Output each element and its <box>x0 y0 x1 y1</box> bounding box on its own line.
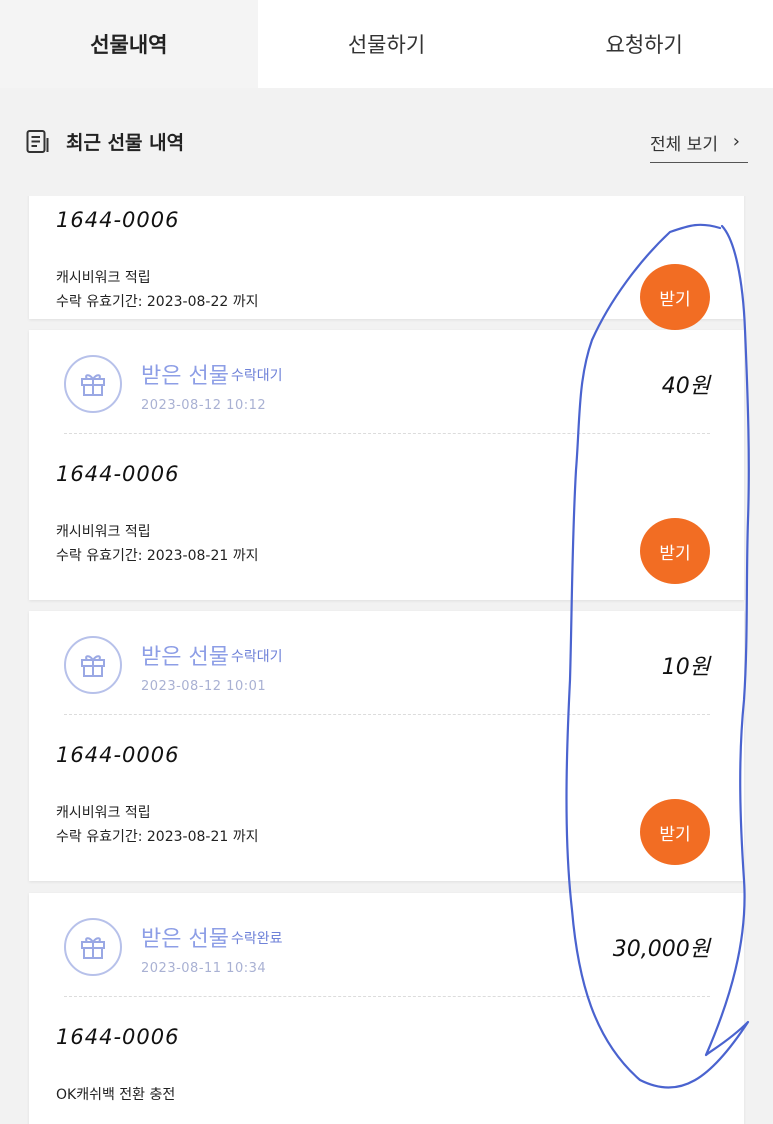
accept-validity: 수락 유효기간: 2023-08-21 까지 <box>56 829 259 845</box>
gift-title: 받은 선물 <box>141 927 229 952</box>
divider <box>64 714 710 715</box>
gift-icon <box>64 355 122 413</box>
chevron-right-icon: › <box>732 131 740 152</box>
sender-phone: 1644-0006 <box>56 462 180 486</box>
gift-card: 받은 선물 수락완료 2023-08-11 10:34 30,000원 1644… <box>29 893 744 1124</box>
gift-amount: 30,000원 <box>612 937 710 962</box>
accept-validity: 수락 유효기간: 2023-08-21 까지 <box>56 548 259 564</box>
accept-validity: 수락 유효기간: 2023-08-22 까지 <box>56 294 259 310</box>
gift-icon <box>64 636 122 694</box>
gift-list: 1644-0006 캐시비워크 적립 수락 유효기간: 2023-08-22 까… <box>0 196 773 1124</box>
tab-bar: 선물내역 선물하기 요청하기 <box>0 0 773 88</box>
gift-status: 수락대기 <box>231 368 283 384</box>
gift-amount: 40원 <box>661 374 710 399</box>
accept-button[interactable]: 받기 <box>640 264 710 330</box>
gift-icon <box>64 918 122 976</box>
gift-description: 캐시비워크 적립 <box>56 805 151 821</box>
gift-description: 캐시비워크 적립 <box>56 524 151 540</box>
gift-date: 2023-08-11 10:34 <box>141 961 267 976</box>
gift-card: 받은 선물 수락대기 2023-08-12 10:12 40원 1644-000… <box>29 330 744 600</box>
gift-description: 캐시비워크 적립 <box>56 270 151 286</box>
section-title: 최근 선물 내역 <box>66 132 185 154</box>
divider <box>64 996 710 997</box>
divider <box>64 433 710 434</box>
accept-button[interactable]: 받기 <box>640 799 710 865</box>
accept-button[interactable]: 받기 <box>640 518 710 584</box>
view-all-link[interactable]: 전체 보기 › <box>650 130 748 163</box>
sender-phone: 1644-0006 <box>56 743 180 767</box>
gift-title: 받은 선물 <box>141 364 229 389</box>
gift-description: OK캐쉬백 전환 충전 <box>56 1087 176 1103</box>
list-document-icon <box>26 130 49 153</box>
gift-status: 수락완료 <box>231 931 283 947</box>
gift-card: 1644-0006 캐시비워크 적립 수락 유효기간: 2023-08-22 까… <box>29 196 744 330</box>
tab-request-gift[interactable]: 요청하기 <box>515 0 773 88</box>
gift-card: 받은 선물 수락대기 2023-08-12 10:01 10원 1644-000… <box>29 611 744 881</box>
gift-status: 수락대기 <box>231 649 283 665</box>
gift-title: 받은 선물 <box>141 645 229 670</box>
tab-gift-history[interactable]: 선물내역 <box>0 0 258 88</box>
gift-date: 2023-08-12 10:12 <box>141 398 267 413</box>
sender-phone: 1644-0006 <box>56 1025 180 1049</box>
gift-date: 2023-08-12 10:01 <box>141 679 267 694</box>
view-all-label: 전체 보기 <box>650 135 718 155</box>
gift-amount: 10원 <box>661 655 710 680</box>
tab-send-gift[interactable]: 선물하기 <box>258 0 516 88</box>
sender-phone: 1644-0006 <box>56 208 180 232</box>
